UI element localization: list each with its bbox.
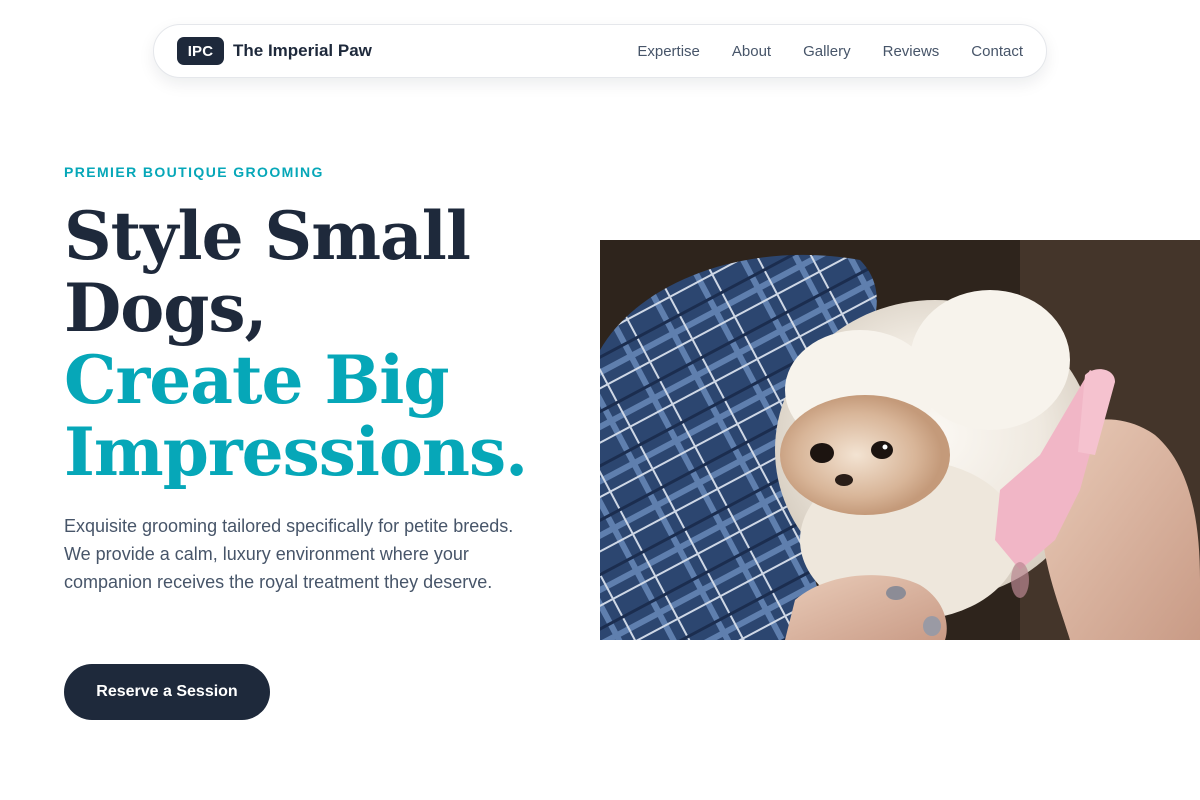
nav-link-expertise[interactable]: Expertise (637, 43, 700, 60)
nav-link-about[interactable]: About (732, 43, 771, 60)
nav-link-gallery[interactable]: Gallery (803, 43, 851, 60)
logo-badge: IPC (177, 37, 224, 65)
page: IPC The Imperial Paw Expertise About Gal… (0, 0, 1200, 800)
nav-link-reviews[interactable]: Reviews (883, 43, 940, 60)
hero-eyebrow: PREMIER BOUTIQUE GROOMING (64, 164, 324, 180)
nav-links: Expertise About Gallery Reviews Contact (637, 43, 1023, 60)
brand-logo-link[interactable]: IPC The Imperial Paw (177, 37, 372, 65)
hero-dog-image (600, 240, 1200, 640)
brand-name: The Imperial Paw (233, 41, 372, 60)
headline-line-4: Impressions. (64, 413, 528, 491)
headline-line-3: Create Big (64, 341, 450, 419)
headline-line-1: Style Small (64, 197, 471, 275)
dog-photo-icon (600, 240, 1200, 640)
top-nav: IPC The Imperial Paw Expertise About Gal… (153, 24, 1047, 78)
headline-line-2: Dogs, (64, 269, 268, 347)
hero-headline: Style Small Dogs, Create Big Impressions… (64, 200, 584, 488)
reserve-session-button[interactable]: Reserve a Session (64, 664, 270, 720)
nav-link-contact[interactable]: Contact (971, 43, 1023, 60)
hero-description: Exquisite grooming tailored specifically… (64, 516, 514, 592)
